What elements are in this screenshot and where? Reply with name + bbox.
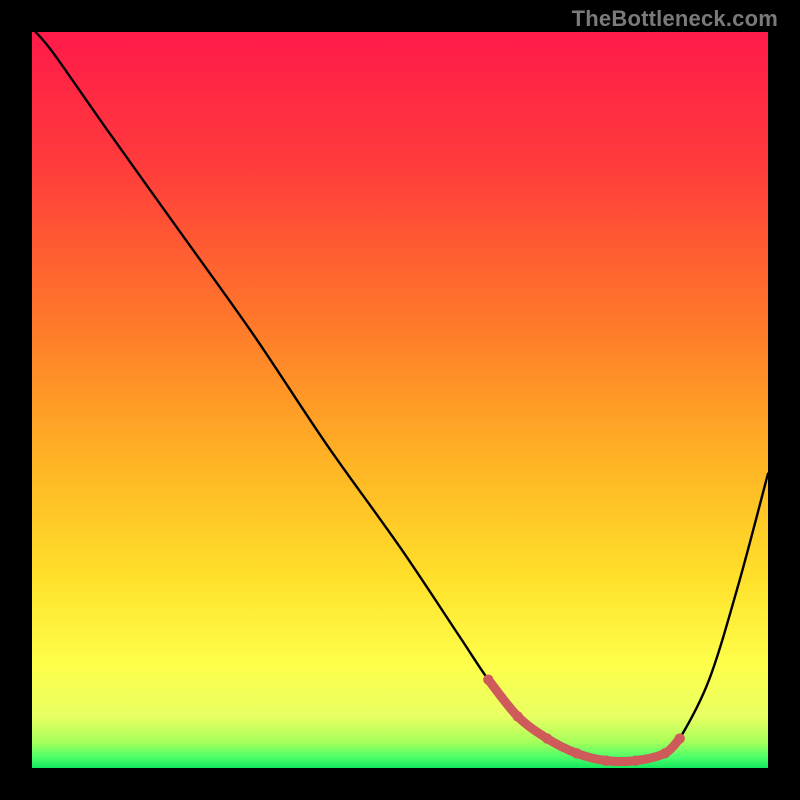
threshold-dot xyxy=(483,674,493,684)
threshold-dot xyxy=(601,755,611,765)
threshold-dot xyxy=(571,748,581,758)
threshold-dot xyxy=(542,733,552,743)
threshold-dot xyxy=(513,711,523,721)
threshold-dot xyxy=(674,733,684,743)
plot-area xyxy=(32,32,768,768)
curve-layer xyxy=(32,32,768,768)
threshold-dot xyxy=(630,755,640,765)
watermark-text: TheBottleneck.com xyxy=(572,6,778,32)
threshold-dot xyxy=(660,748,670,758)
bottleneck-curve xyxy=(36,32,768,762)
chart-container: TheBottleneck.com xyxy=(0,0,800,800)
